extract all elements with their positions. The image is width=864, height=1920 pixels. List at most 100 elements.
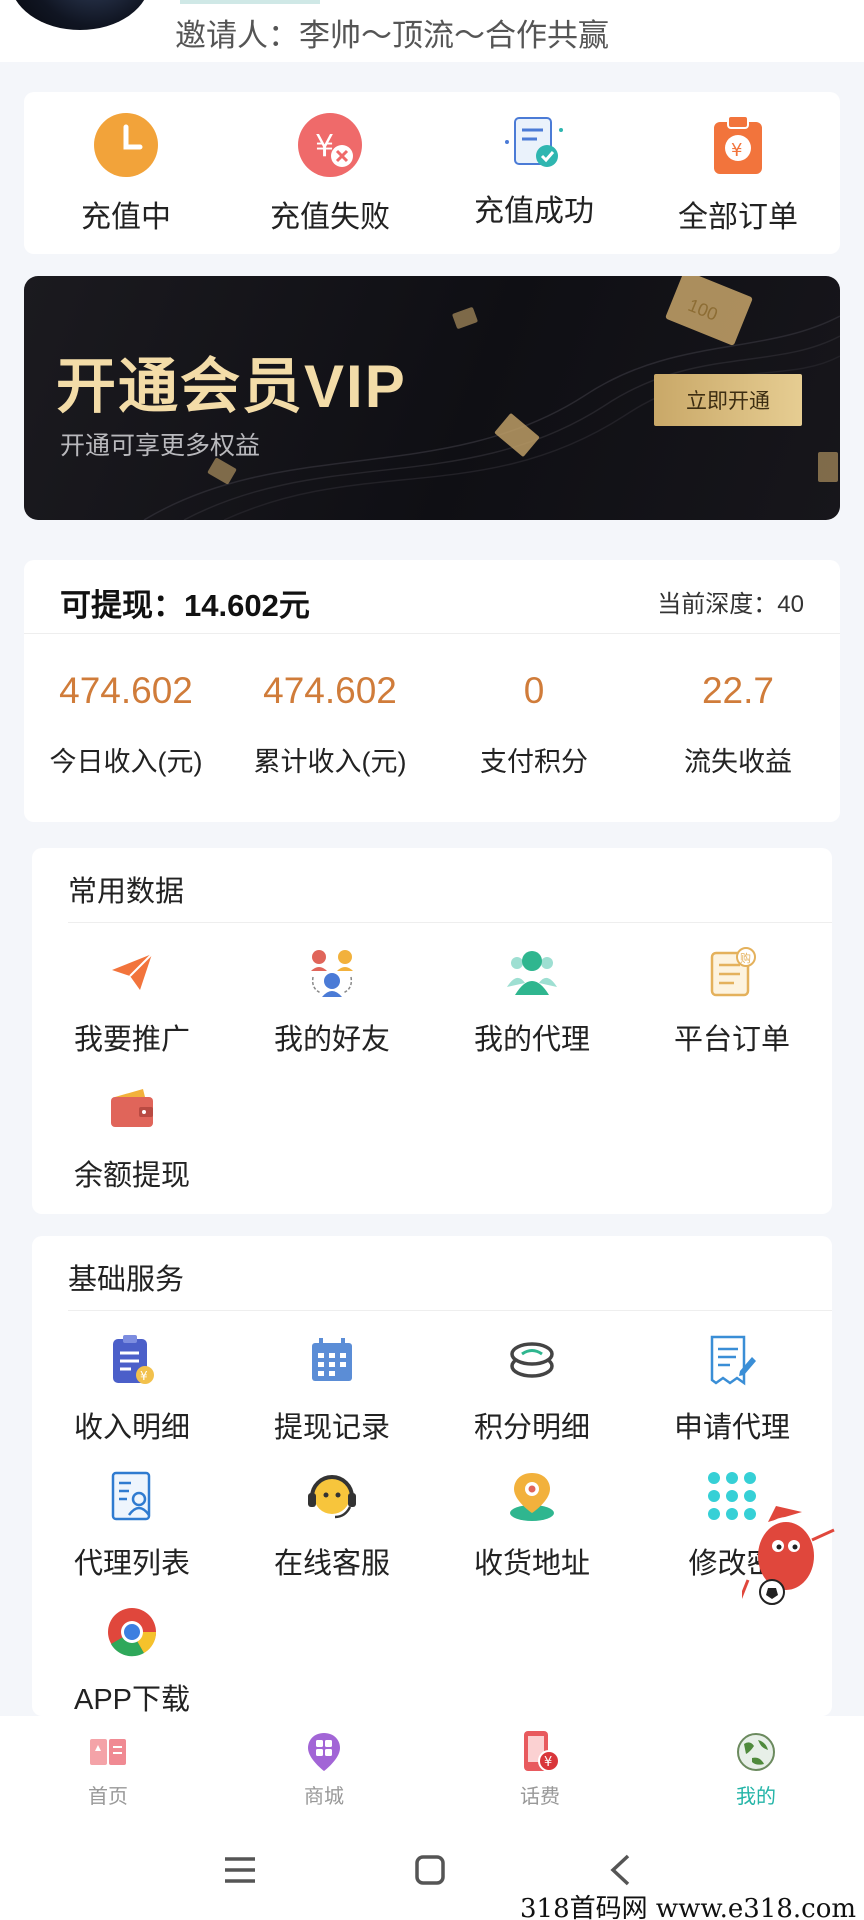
location-pin-icon <box>502 1468 562 1524</box>
grid-item-label: 收入明细 <box>73 1412 190 1444</box>
stat-today-income[interactable]: 474.602 今日收入(元) <box>24 670 228 779</box>
agent-icon <box>502 944 562 1000</box>
grid-item-label: 我的好友 <box>273 1024 390 1056</box>
headset-icon <box>302 1468 362 1524</box>
home-card-icon <box>86 1730 130 1774</box>
income-detail-button[interactable]: ¥ 收入明细 <box>32 1326 232 1446</box>
section-title: 常用数据 <box>68 876 185 908</box>
online-support-button[interactable]: 在线客服 <box>232 1462 432 1582</box>
tab-label: 商城 <box>304 1786 344 1808</box>
avatar[interactable] <box>10 0 150 30</box>
stat-label: 支付积分 <box>480 747 588 777</box>
order-recharging-label: 充值中 <box>81 201 171 234</box>
phone-bill-icon: ¥ <box>518 1730 562 1774</box>
friends-icon <box>302 944 362 1000</box>
stat-total-income[interactable]: 474.602 累计收入(元) <box>228 670 432 779</box>
apply-agent-button[interactable]: 申请代理 <box>632 1326 832 1446</box>
grid-item-label: 代理列表 <box>73 1548 190 1580</box>
common-data-grid: 我要推广 我的好友 我的代理 购 平台订单 余额提现 <box>32 938 832 1194</box>
svg-text:¥: ¥ <box>731 140 742 161</box>
floating-mascot[interactable] <box>738 1500 838 1610</box>
svg-text:¥: ¥ <box>544 1755 552 1770</box>
coins-icon <box>502 1332 562 1388</box>
stat-value: 0 <box>523 670 545 711</box>
points-detail-button[interactable]: 积分明细 <box>432 1326 632 1446</box>
grid-item-label: 申请代理 <box>673 1412 790 1444</box>
agent-list-button[interactable]: 代理列表 <box>32 1462 232 1582</box>
home-square-icon[interactable] <box>406 1846 454 1894</box>
order-bag-icon: ¥ <box>703 110 773 180</box>
grid-item-label: 提现记录 <box>273 1412 390 1444</box>
basic-services-section: 基础服务 ¥ 收入明细 提现记录 积分明细 申请代理 代理列表 在线客服 收货地… <box>32 1236 832 1716</box>
promote-button[interactable]: 我要推广 <box>32 938 232 1058</box>
grid-item-label: 我要推广 <box>73 1024 190 1056</box>
basic-services-grid: ¥ 收入明细 提现记录 积分明细 申请代理 代理列表 在线客服 收货地址 修改密… <box>32 1326 832 1718</box>
calendar-icon <box>302 1332 362 1388</box>
platform-orders-button[interactable]: 购 平台订单 <box>632 938 832 1058</box>
yuan-fail-icon: ¥ <box>295 110 365 180</box>
my-friends-button[interactable]: 我的好友 <box>232 938 432 1058</box>
menu-icon[interactable] <box>216 1846 264 1894</box>
all-orders-label: 全部订单 <box>678 201 798 234</box>
svg-text:购: 购 <box>740 951 751 965</box>
profile-header: 邀请人：李帅～顶流～合作共赢 <box>0 0 864 62</box>
stat-label: 今日收入(元) <box>49 747 203 777</box>
order-success-button[interactable]: 充值成功 <box>432 92 636 254</box>
grid-item-label: APP下载 <box>73 1684 191 1716</box>
order-failed-button[interactable]: ¥ 充值失败 <box>228 92 432 254</box>
tab-label: 话费 <box>520 1786 560 1808</box>
app-download-button[interactable]: APP下载 <box>32 1598 232 1718</box>
order-status-card: 充值中 ¥ 充值失败 充值成功 ¥ 全部订单 <box>24 92 840 254</box>
tab-label: 首页 <box>88 1786 128 1808</box>
current-depth: 当前深度：40 <box>657 591 804 618</box>
income-detail-icon: ¥ <box>102 1332 162 1388</box>
level-tag <box>180 0 320 4</box>
stat-value: 474.602 <box>59 670 193 711</box>
stat-value: 22.7 <box>701 670 774 711</box>
back-chevron-icon[interactable] <box>596 1846 644 1894</box>
common-data-section: 常用数据 我要推广 我的好友 我的代理 购 平台订单 余额提现 <box>32 848 832 1214</box>
tab-phone-bill[interactable]: ¥ 话费 <box>432 1716 648 1818</box>
chrome-icon <box>102 1604 162 1660</box>
my-agents-button[interactable]: 我的代理 <box>432 938 632 1058</box>
stat-pay-points[interactable]: 0 支付积分 <box>432 670 636 779</box>
vip-open-button[interactable]: 立即开通 <box>654 374 802 426</box>
bottom-tab-bar: 首页 商城 ¥ 话费 我的 <box>0 1716 864 1818</box>
stat-lost-earnings[interactable]: 22.7 流失收益 <box>636 670 840 779</box>
withdrawable-amount[interactable]: 可提现：14.602元 <box>60 580 310 625</box>
clock-icon <box>91 110 161 180</box>
paper-plane-icon <box>102 944 162 1000</box>
shipping-address-button[interactable]: 收货地址 <box>432 1462 632 1582</box>
balance-card: 可提现：14.602元 当前深度：40 474.602 今日收入(元) 474.… <box>24 560 840 822</box>
withdraw-balance-button[interactable]: 余额提现 <box>32 1074 232 1194</box>
vip-banner[interactable]: 100 开通会员VIP 开通可享更多权益 立即开通 <box>24 276 840 520</box>
tab-mall[interactable]: 商城 <box>216 1716 432 1818</box>
income-stats: 474.602 今日收入(元) 474.602 累计收入(元) 0 支付积分 2… <box>24 670 840 779</box>
stat-value: 474.602 <box>263 670 397 711</box>
order-recharging-button[interactable]: 充值中 <box>24 92 228 254</box>
site-watermark: 318首码网 www.e318.com <box>520 1894 856 1920</box>
agent-list-icon <box>102 1468 162 1524</box>
withdraw-records-button[interactable]: 提现记录 <box>232 1326 432 1446</box>
svg-text:¥: ¥ <box>315 129 334 164</box>
inviter-text: 邀请人：李帅～顶流～合作共赢 <box>175 18 609 53</box>
section-title: 基础服务 <box>68 1264 185 1296</box>
tab-mine[interactable]: 我的 <box>648 1716 864 1818</box>
stat-label: 流失收益 <box>684 747 792 777</box>
vip-title: 开通会员VIP <box>56 353 407 420</box>
platform-order-icon: 购 <box>702 944 762 1000</box>
divider <box>68 922 832 923</box>
vip-subtitle: 开通可享更多权益 <box>60 432 261 460</box>
grid-item-label: 收货地址 <box>473 1548 590 1580</box>
wallet-icon <box>102 1080 162 1136</box>
grid-item-label: 余额提现 <box>73 1160 190 1192</box>
stat-label: 累计收入(元) <box>253 747 407 777</box>
all-orders-button[interactable]: ¥ 全部订单 <box>636 92 840 254</box>
tab-home[interactable]: 首页 <box>0 1716 216 1818</box>
grid-item-label: 我的代理 <box>473 1024 590 1056</box>
order-failed-label: 充值失败 <box>270 201 390 234</box>
mall-pin-icon <box>302 1730 346 1774</box>
svg-text:¥: ¥ <box>140 1369 148 1383</box>
receipt-success-icon <box>499 110 569 180</box>
grid-item-label: 在线客服 <box>273 1548 390 1580</box>
